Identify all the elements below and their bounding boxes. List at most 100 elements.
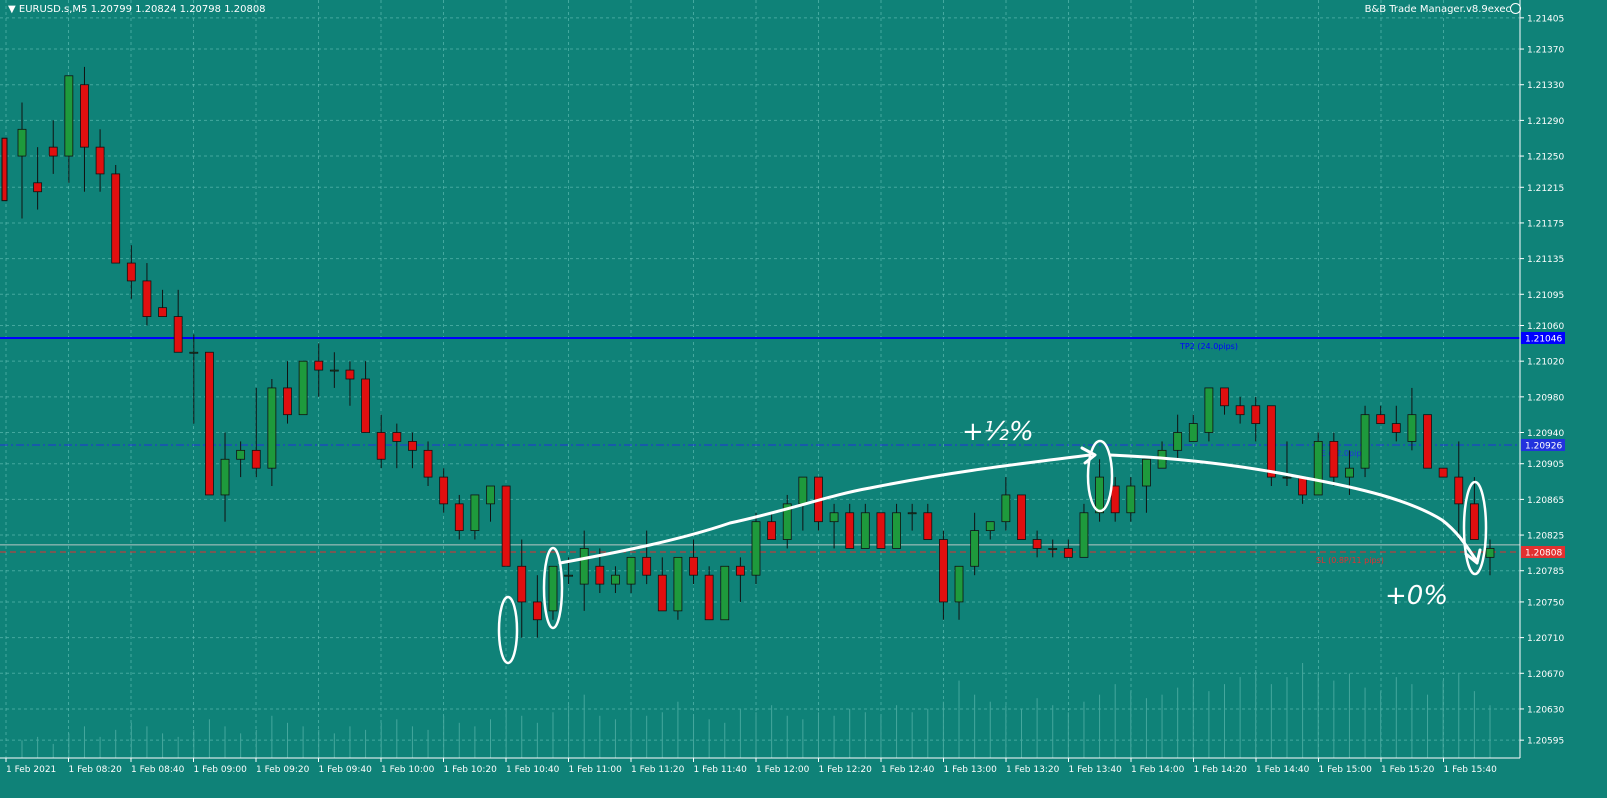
candle-body-7	[126, 262, 136, 282]
candle-body-40	[642, 556, 652, 576]
candle-body-35	[564, 574, 573, 577]
candle-body-57	[907, 512, 917, 515]
candle-body-75	[1188, 423, 1198, 442]
y-tick-label-10: 1.21020	[1527, 358, 1564, 368]
candle-partial	[1, 137, 8, 202]
y-tick-label-2: 1.21330	[1527, 81, 1564, 91]
x-tick-label-3: 1 Feb 09:00	[194, 765, 248, 775]
candle-body-90	[1423, 414, 1432, 469]
smiley-icon[interactable]	[1510, 3, 1521, 14]
y-tick-label-17: 1.20750	[1527, 598, 1564, 608]
candle-body-84	[1329, 441, 1339, 478]
x-tick-label-6: 1 Feb 10:00	[381, 765, 435, 775]
y-tick-label-5: 1.21215	[1527, 184, 1564, 194]
x-tick-label-8: 1 Feb 10:40	[506, 765, 560, 775]
candle-body-87	[1376, 414, 1386, 424]
y-tick-label-11: 1.20980	[1527, 393, 1564, 403]
candle-body-13	[220, 458, 230, 496]
candle-body-34	[548, 565, 558, 612]
y-tick-label-16: 1.20785	[1527, 567, 1564, 577]
candle-body-48	[767, 521, 777, 540]
level-price-sl: 1.20808	[1525, 549, 1562, 559]
candle-body-26	[423, 449, 433, 478]
x-tick-label-4: 1 Feb 09:20	[256, 765, 310, 775]
candle-body-2	[48, 146, 58, 157]
x-tick-label-21: 1 Feb 15:00	[1319, 765, 1373, 775]
candle-body-37	[595, 565, 605, 585]
candle-body-44	[704, 574, 714, 621]
candle-body-82	[1298, 476, 1307, 496]
candle-body-62	[985, 521, 995, 532]
candle-body-80	[1266, 405, 1276, 478]
candle-body-88	[1391, 423, 1401, 433]
candle-body-46	[735, 565, 745, 576]
x-tick-label-15: 1 Feb 13:00	[944, 765, 998, 775]
candle-body-45	[720, 565, 730, 621]
annotation-zero-percent: +0%	[1385, 581, 1448, 611]
candle-body-89	[1407, 414, 1417, 442]
candle-body-20	[329, 369, 339, 372]
candle-body-55	[876, 512, 886, 549]
x-tick-label-1: 1 Feb 08:20	[69, 765, 123, 775]
candle-body-68	[1079, 512, 1089, 558]
candle-body-71	[1126, 485, 1136, 514]
level-price-be: 1.20926	[1525, 441, 1562, 451]
y-tick-label-1: 1.21370	[1527, 46, 1564, 56]
candle-body-86	[1360, 414, 1370, 469]
x-tick-label-9: 1 Feb 11:00	[569, 765, 623, 775]
candle-body-67	[1063, 548, 1073, 558]
symbol-header[interactable]: ▼ EURUSD.s,M5 1.20799 1.20824 1.20798 1.…	[8, 4, 266, 15]
candle-body-91	[1438, 467, 1448, 478]
x-tick-label-16: 1 Feb 13:20	[1006, 765, 1060, 775]
candle-body-0	[17, 128, 27, 157]
candle-body-10	[173, 316, 183, 353]
candle-body-19	[314, 360, 324, 371]
x-tick-label-23: 1 Feb 15:40	[1444, 765, 1498, 775]
candle-body-42	[673, 556, 683, 612]
candle-body-14	[236, 449, 246, 460]
candle-body-61	[970, 530, 980, 567]
candle-body-85	[1345, 467, 1354, 478]
candle-body-30	[486, 485, 495, 505]
chevron-down-icon[interactable]: ▼	[8, 4, 16, 15]
candle-body-81	[1282, 476, 1292, 479]
x-tick-label-13: 1 Feb 12:20	[819, 765, 873, 775]
candle-body-83	[1313, 441, 1323, 496]
candle-body-65	[1032, 539, 1042, 549]
candle-body-8	[142, 280, 152, 317]
candle-body-36	[579, 548, 589, 585]
candle-body-28	[454, 503, 464, 531]
x-tick-label-7: 1 Feb 10:20	[444, 765, 498, 775]
y-tick-label-4: 1.21250	[1527, 153, 1564, 163]
candle-body-64	[1017, 494, 1026, 540]
x-tick-label-0: 1 Feb 2021	[6, 765, 56, 775]
candle-body-25	[408, 441, 417, 451]
candle-body-74	[1173, 432, 1183, 451]
candle-body-22	[361, 378, 370, 433]
candle-body-41	[657, 574, 667, 612]
candle-body-43	[689, 556, 698, 576]
level-label-tp: TP2 (24.0pips)	[1179, 342, 1238, 351]
y-tick-label-18: 1.20710	[1527, 634, 1564, 644]
candle-body-33	[532, 601, 542, 621]
x-tick-label-10: 1 Feb 11:20	[631, 765, 685, 775]
candle-body-52	[829, 512, 839, 523]
level-price-tp: 1.21046	[1525, 334, 1562, 344]
x-tick-label-20: 1 Feb 14:40	[1256, 765, 1310, 775]
candle-body-17	[283, 387, 292, 416]
candle-body-4	[80, 84, 89, 148]
candle-body-66	[1048, 548, 1058, 550]
level-label-sl: SL (0.8P/11 pips)	[1316, 556, 1384, 565]
candle-body-53	[845, 512, 855, 549]
x-tick-label-11: 1 Feb 11:40	[694, 765, 748, 775]
y-tick-label-19: 1.20670	[1527, 670, 1564, 680]
candle-body-16	[267, 387, 277, 469]
candle-body-12	[205, 351, 214, 496]
x-tick-label-2: 1 Feb 08:40	[131, 765, 185, 775]
candle-body-94	[1485, 548, 1495, 558]
x-tick-label-18: 1 Feb 14:00	[1131, 765, 1185, 775]
level-label-be: BE (12.0pips)	[1315, 449, 1369, 458]
chart-window[interactable]: TP2 (24.0pips) 1.21046 BE (12.0pips) 1.2092…	[0, 0, 1607, 798]
price-chart[interactable]: TP2 (24.0pips) 1.21046 BE (12.0pips) 1.2092…	[0, 0, 1607, 798]
y-tick-label-0: 1.21405	[1527, 14, 1564, 24]
